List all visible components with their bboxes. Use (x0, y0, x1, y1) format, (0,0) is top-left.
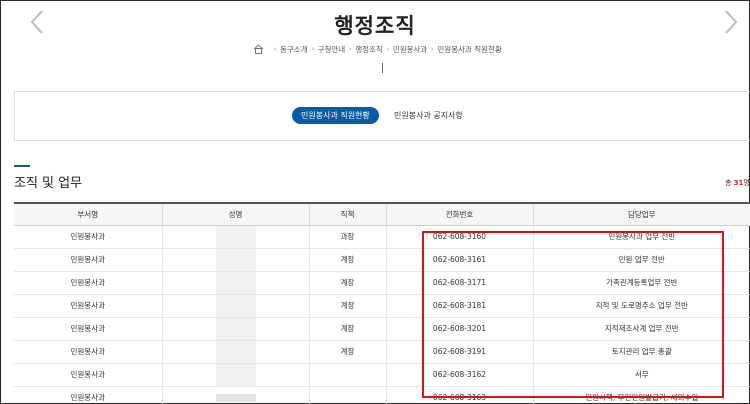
total-count: 총 31명 (725, 178, 750, 188)
divider (382, 63, 383, 73)
cell-duty: 민원 업무 전반 (532, 248, 750, 272)
tab-notices[interactable]: 민원봉사과 공지사항 (394, 107, 463, 124)
total-suffix: 명 (743, 179, 750, 187)
section-accent-bar (14, 165, 30, 167)
staff-table: 부서명 성명 직책 전화번호 담당업무 민원봉사과 과장 062-608-3160 민… (14, 202, 750, 404)
breadcrumb-separator: › (311, 45, 315, 53)
breadcrumb-separator: › (386, 45, 390, 53)
column-header: 직책 (308, 202, 386, 226)
cell-duty: 민원봉사과 업무 전반 (532, 225, 750, 249)
section-title: 조직 및 업무 (14, 176, 83, 191)
cell-dept: 민원봉사과 (14, 271, 162, 295)
cell-dept: 민원봉사과 (14, 225, 162, 249)
redacted-name (215, 271, 256, 294)
cell-duty: 서무 (532, 363, 750, 387)
table-row: 민원봉사과 계장 062-608-3181 지적 및 도로명주소 업무 전반 (14, 294, 750, 318)
cell-name (161, 225, 309, 249)
column-header: 담당업무 (532, 202, 750, 226)
cell-dept: 민원봉사과 (14, 386, 162, 404)
chevron-right-icon[interactable] (718, 8, 742, 36)
table-body: 민원봉사과 과장 062-608-3160 민원봉사과 업무 전반 민원봉사과 계장 062… (14, 225, 750, 404)
breadcrumb-item[interactable]: 민원봉사과 (393, 44, 428, 55)
cell-position: 계장 (308, 271, 386, 295)
page-header: 행정조직 › 동구소개 › 구청안내 › 행정조직 › 민원봉사과 › 민원봉사… (0, 0, 750, 80)
table-row: 민원봉사과 062-608-3162 서무 (14, 363, 750, 387)
redacted-name (215, 317, 256, 340)
redacted-name (215, 363, 256, 386)
cell-dept: 민원봉사과 (14, 340, 162, 364)
cell-duty: 토지관리 업무 총괄 (532, 340, 750, 364)
breadcrumb: › 동구소개 › 구청안내 › 행정조직 › 민원봉사과 › 민원봉사과 직원현… (253, 43, 502, 55)
cell-phone: 062-608-3161 (385, 248, 533, 272)
cell-dept: 민원봉사과 (14, 317, 162, 341)
table-row: 민원봉사과 062-608-3163 민원시책, 무인민원발급기, 세외수입 (14, 386, 750, 404)
cell-phone: 062-608-3163 (385, 386, 533, 404)
table-row: 민원봉사과 계장 062-608-3171 가족관계등록업무 전반 (14, 271, 750, 295)
cell-dept: 민원봉사과 (14, 248, 162, 272)
column-header: 전화번호 (385, 202, 533, 226)
cell-position: 계장 (308, 248, 386, 272)
table-row: 민원봉사과 계장 062-608-3191 토지관리 업무 총괄 (14, 340, 750, 364)
cell-phone: 062-608-3181 (385, 294, 533, 318)
cell-name (161, 294, 309, 318)
redacted-name (215, 340, 256, 363)
breadcrumb-item[interactable]: 구청안내 (318, 44, 346, 55)
cell-position: 계장 (308, 317, 386, 341)
cell-duty: 지적재조사계 업무 전반 (532, 317, 750, 341)
home-icon[interactable] (253, 44, 264, 54)
column-header: 성명 (161, 202, 309, 226)
breadcrumb-separator: › (430, 45, 434, 53)
breadcrumb-separator: › (273, 45, 277, 53)
cell-phone: 062-608-3191 (385, 340, 533, 364)
breadcrumb-item[interactable]: 동구소개 (280, 44, 308, 55)
redacted-name (215, 393, 256, 402)
column-header: 부서명 (14, 202, 162, 226)
cell-phone: 062-608-3171 (385, 271, 533, 295)
breadcrumb-item[interactable]: 행정조직 (355, 44, 383, 55)
cell-duty: 가족관계등록업무 전반 (532, 271, 750, 295)
cell-position: 계장 (308, 340, 386, 364)
total-prefix: 총 (725, 179, 734, 187)
cell-phone: 062-608-3162 (385, 363, 533, 387)
cell-position: 계장 (308, 294, 386, 318)
redacted-name (215, 225, 256, 248)
redacted-name (215, 294, 256, 317)
table-header-row: 부서명 성명 직책 전화번호 담당업무 (14, 202, 750, 226)
tab-container (14, 91, 750, 141)
cell-name (161, 317, 309, 341)
cell-position (308, 386, 386, 404)
redacted-name (215, 248, 256, 271)
cell-phone: 062-608-3201 (385, 317, 533, 341)
cell-duty: 민원시책, 무인민원발급기, 세외수입 (532, 386, 750, 404)
cell-name (161, 248, 309, 272)
tab-staff-status[interactable]: 민원봉사과 직원현황 (292, 107, 379, 124)
cell-name (161, 386, 309, 404)
breadcrumb-separator: › (348, 45, 352, 53)
table-row: 민원봉사과 계장 062-608-3161 민원 업무 전반 (14, 248, 750, 272)
page-title: 행정조직 (334, 14, 416, 38)
table-row: 민원봉사과 과장 062-608-3160 민원봉사과 업무 전반 (14, 225, 750, 249)
cell-position: 과장 (308, 225, 386, 249)
cell-duty: 지적 및 도로명주소 업무 전반 (532, 294, 750, 318)
cell-dept: 민원봉사과 (14, 294, 162, 318)
cell-name (161, 363, 309, 387)
total-number: 31 (733, 179, 744, 187)
cell-name (161, 340, 309, 364)
cell-name (161, 271, 309, 295)
table-row: 민원봉사과 계장 062-608-3201 지적재조사계 업무 전반 (14, 317, 750, 341)
breadcrumb-item-current[interactable]: 민원봉사과 직원현황 (437, 44, 501, 55)
cell-position (308, 363, 386, 387)
cell-phone: 062-608-3160 (385, 225, 533, 249)
cell-dept: 민원봉사과 (14, 363, 162, 387)
